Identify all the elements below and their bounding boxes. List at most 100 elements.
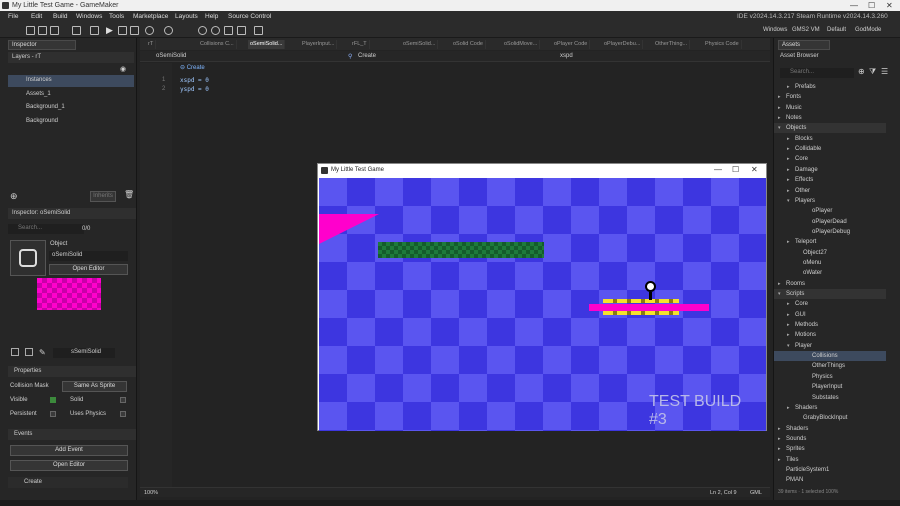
collision-mask-dropdown[interactable]: Same As Sprite [62, 381, 127, 392]
chevron-right-icon[interactable]: ▸ [778, 426, 781, 432]
minimize-button[interactable]: — [850, 1, 858, 10]
fit-icon[interactable] [237, 26, 246, 35]
menu-build[interactable]: Build [53, 13, 67, 20]
asset-tree-item[interactable]: ▸ Tiles [774, 455, 886, 465]
asset-tree-item[interactable]: ▸ Damage [774, 165, 886, 175]
save-icon[interactable] [50, 26, 59, 35]
open-project-icon[interactable] [38, 26, 47, 35]
chevron-right-icon[interactable]: ▸ [787, 332, 790, 338]
event-create[interactable]: Create [8, 477, 128, 488]
editor-tab[interactable]: oSolid Code [451, 40, 486, 49]
target-platform[interactable]: Windows [763, 27, 787, 33]
asset-tree-item[interactable]: ▸ Sounds [774, 434, 886, 444]
asset-search-input[interactable]: Search... [780, 68, 854, 78]
chevron-down-icon[interactable]: ▾ [787, 343, 790, 349]
asset-tree-item[interactable]: ▸ Shaders [774, 424, 886, 434]
chevron-right-icon[interactable]: ▸ [787, 177, 790, 183]
editor-tab[interactable]: rFL_T [350, 40, 370, 49]
chevron-right-icon[interactable]: ▸ [778, 115, 781, 121]
asset-tree-item[interactable]: ▸ Music [774, 103, 886, 113]
layer-background[interactable]: Background [8, 116, 134, 128]
asset-tree-item[interactable]: GrabyBlockInput [774, 413, 886, 423]
game-maximize-button[interactable]: ☐ [732, 165, 739, 174]
filter-icon[interactable]: ⧩ [869, 67, 876, 77]
chevron-right-icon[interactable]: ▸ [778, 94, 781, 100]
game-canvas[interactable]: TEST BUILD #3 [319, 178, 766, 431]
asset-tree-item[interactable]: ▸ Notes [774, 113, 886, 123]
editor-tab[interactable]: Physics Code [703, 40, 742, 49]
chevron-down-icon[interactable]: ▾ [787, 198, 790, 204]
asset-tree-item[interactable]: Substates [774, 393, 886, 403]
chevron-right-icon[interactable]: ▸ [787, 322, 790, 328]
persistent-checkbox[interactable] [50, 411, 56, 417]
asset-tree-item[interactable]: ▸ Methods [774, 320, 886, 330]
chevron-right-icon[interactable]: ▸ [787, 84, 790, 90]
asset-tree-item[interactable]: ▸ Effects [774, 175, 886, 185]
asset-tree-item[interactable]: ▸ Blocks [774, 134, 886, 144]
asset-tree-item[interactable]: PlayerInput [774, 382, 886, 392]
editor-tab[interactable]: PlayerInput... [300, 40, 338, 49]
properties-section[interactable]: Properties [8, 366, 136, 377]
menu-icon[interactable]: ☰ [881, 67, 888, 76]
layers-dropdown[interactable]: Layers - rT [8, 52, 134, 63]
inspector-search-input[interactable]: Search... [8, 224, 84, 234]
delete-layer-icon[interactable]: 🗑 [124, 190, 134, 199]
open-editor-button[interactable]: Open Editor [49, 264, 128, 275]
build-icon[interactable] [72, 26, 81, 35]
chevron-right-icon[interactable]: ▸ [778, 436, 781, 442]
chevron-right-icon[interactable]: ▸ [787, 156, 790, 162]
asset-tree-item[interactable]: ▸ Core [774, 154, 886, 164]
editor-tab[interactable]: oPlayerDebu... [602, 40, 644, 49]
asset-tree-item[interactable]: ▾ Player [774, 341, 886, 351]
asset-tree-item[interactable]: oMenu [774, 258, 886, 268]
target-user[interactable]: GodMode [855, 27, 881, 33]
chevron-right-icon[interactable]: ▸ [787, 312, 790, 318]
asset-tree-item[interactable]: ▸ Teleport [774, 237, 886, 247]
layer-instances[interactable]: Instances [8, 75, 134, 87]
tab-assets[interactable]: Assets [778, 40, 830, 50]
add-asset-icon[interactable]: ⊕ [858, 67, 865, 76]
chevron-right-icon[interactable]: ▸ [778, 457, 781, 463]
code-line[interactable]: xspd = 0 [180, 77, 209, 84]
asset-tree-item[interactable]: ▸ Sprites [774, 444, 886, 454]
asset-tree-item[interactable]: ▸ Motions [774, 330, 886, 340]
editor-event-name[interactable]: Create [358, 53, 376, 59]
debug-icon[interactable] [90, 26, 99, 35]
new-project-icon[interactable] [26, 26, 35, 35]
chevron-right-icon[interactable]: ▸ [787, 136, 790, 142]
asset-tree-item[interactable]: oWater [774, 268, 886, 278]
chevron-right-icon[interactable]: ▸ [787, 301, 790, 307]
asset-tree-item[interactable]: ▾ Players [774, 196, 886, 206]
game-window[interactable]: My Little Test Game — ☐ ✕ TEST BUILD #3 [317, 163, 767, 431]
close-button[interactable]: ✕ [886, 1, 893, 10]
zoom-level[interactable]: 100% [144, 490, 158, 496]
uses-physics-checkbox[interactable] [120, 411, 126, 417]
chevron-right-icon[interactable]: ▸ [787, 239, 790, 245]
workspace-icon[interactable] [254, 26, 263, 35]
menu-file[interactable]: File [8, 13, 18, 20]
zoom-out-icon[interactable] [211, 26, 220, 35]
asset-tree-item[interactable]: ▾ Scripts [774, 289, 886, 299]
editor-search-text[interactable]: xspd [560, 53, 573, 59]
inherit-button[interactable]: Inherits [90, 191, 116, 202]
chevron-right-icon[interactable]: ▸ [787, 188, 790, 194]
chevron-right-icon[interactable]: ▸ [778, 105, 781, 111]
asset-tree-item[interactable]: oPlayerDead [774, 217, 886, 227]
asset-tree-item[interactable]: ▸ Other [774, 186, 886, 196]
editor-tab[interactable]: OtherThing... [653, 40, 691, 49]
chevron-down-icon[interactable]: ▾ [778, 291, 781, 297]
layer-assets[interactable]: Assets_1 [8, 89, 134, 101]
zoom-reset-icon[interactable] [224, 26, 233, 35]
play-icon[interactable]: ▶ [106, 25, 113, 36]
open-event-editor-button[interactable]: Open Editor [10, 460, 128, 471]
editor-tab[interactable]: Collisions C... [198, 40, 237, 49]
asset-tree-item[interactable]: PMAN [774, 475, 886, 485]
game-minimize-button[interactable]: — [714, 165, 722, 174]
asset-tree-item[interactable]: Physics [774, 372, 886, 382]
editor-tab[interactable]: oSolidMove... [502, 40, 541, 49]
layer-background-1[interactable]: Background_1 [8, 102, 134, 114]
asset-tree-item[interactable]: ParticleSystem1 [774, 465, 886, 475]
asset-tree-item[interactable]: ▸ Rooms [774, 279, 886, 289]
maximize-button[interactable]: ☐ [868, 1, 875, 10]
target-config[interactable]: Default [827, 27, 846, 33]
